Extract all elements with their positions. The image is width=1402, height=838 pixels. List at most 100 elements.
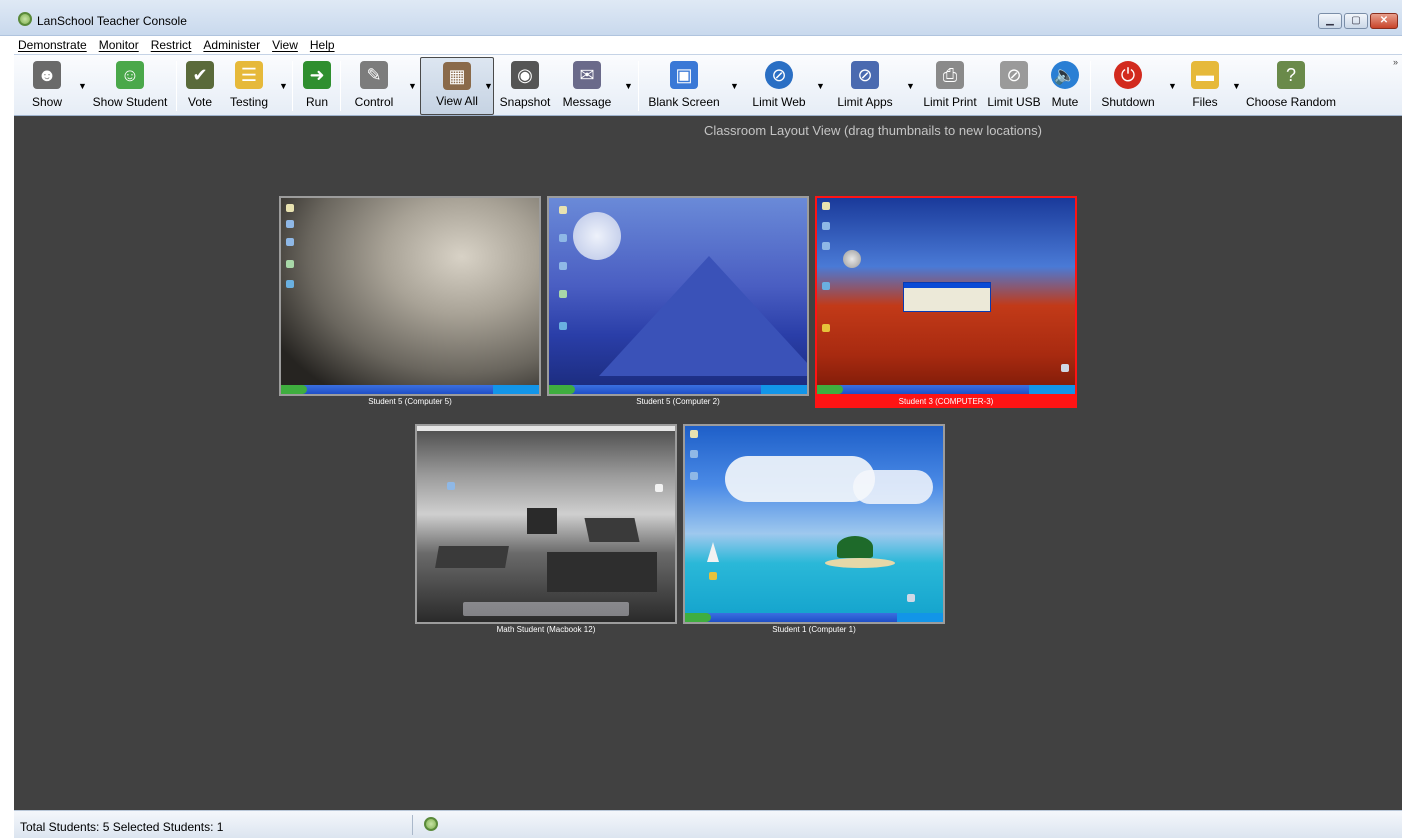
title-bar: LanSchool Teacher Console ▁ ▢ ✕ [0, 0, 1402, 36]
toolbar-overflow-chevron-icon[interactable]: » [1393, 57, 1398, 67]
rock-shape [527, 508, 557, 534]
desktop-icon [286, 238, 294, 246]
student-thumbnail[interactable]: Student 1 (Computer 1) [683, 424, 945, 636]
desktop-icon [822, 324, 830, 332]
system-tray [1029, 385, 1075, 394]
apps-block-icon: ⊘ [851, 61, 879, 89]
menu-view[interactable]: View [272, 38, 298, 52]
toolbar-separator [1090, 61, 1091, 111]
limit-apps-button[interactable]: ⊘ Limit Apps [830, 57, 900, 115]
student-screen-moon[interactable] [279, 196, 541, 396]
snapshot-button[interactable]: ◉ Snapshot [496, 57, 554, 115]
limit-web-dropdown-arrow-icon[interactable]: ▼ [816, 81, 825, 91]
limit-apps-dropdown-arrow-icon[interactable]: ▼ [906, 81, 915, 91]
taskbar [549, 385, 807, 394]
message-dropdown-arrow-icon[interactable]: ▼ [624, 81, 633, 91]
show-button[interactable]: ☻ Show [18, 57, 76, 115]
cloud-shape [853, 470, 933, 504]
menu-restrict[interactable]: Restrict [151, 38, 192, 52]
files-dropdown-arrow-icon[interactable]: ▼ [1232, 81, 1241, 91]
student-name-label: Student 3 (COMPUTER-3) [815, 396, 1077, 408]
show-student-button[interactable]: ☺ Show Student [88, 57, 172, 115]
choose-random-button[interactable]: ? Choose Random [1242, 57, 1340, 115]
desktop-icon [690, 450, 698, 458]
run-icon: ➜ [303, 61, 331, 89]
vote-button[interactable]: ✔ Vote [182, 57, 218, 115]
dialog-titlebar [904, 283, 990, 288]
message-button[interactable]: ✉ Message [560, 57, 614, 115]
student-screen-blue-mountain[interactable] [547, 196, 809, 396]
usb-block-icon: ⊘ [1000, 61, 1028, 89]
status-divider [412, 815, 413, 835]
student-screen-icon: ☺ [116, 61, 144, 89]
shutdown-dropdown-arrow-icon[interactable]: ▼ [1168, 81, 1177, 91]
toolbar-separator [292, 61, 293, 111]
desktop-icon [286, 220, 294, 228]
student-thumbnail[interactable]: Student 5 (Computer 2) [547, 196, 809, 408]
student-thumbnail[interactable]: Student 5 (Computer 5) [279, 196, 541, 408]
student-screen-red-desert[interactable] [815, 196, 1077, 396]
menu-help[interactable]: Help [310, 38, 335, 52]
files-button[interactable]: ▬ Files [1180, 57, 1230, 115]
minimize-button[interactable]: ▁ [1318, 13, 1342, 29]
show-dropdown-arrow-icon[interactable]: ▼ [78, 81, 87, 91]
blank-screen-button[interactable]: ▣ Blank Screen [644, 57, 724, 115]
menu-administer[interactable]: Administer [203, 38, 260, 52]
view-all-button[interactable]: ▦ View All [420, 57, 494, 115]
shutdown-button[interactable]: ⏻ Shutdown [1096, 57, 1160, 115]
camera-icon: ◉ [511, 61, 539, 89]
menu-demonstrate[interactable]: Demonstrate [18, 38, 87, 52]
limit-usb-button[interactable]: ⊘ Limit USB [986, 57, 1042, 115]
student-thumbnail[interactable]: Math Student (Macbook 12) [415, 424, 677, 636]
desktop-icon [559, 262, 567, 270]
rock-shape [547, 552, 657, 592]
mute-button[interactable]: 🔈 Mute [1046, 57, 1084, 115]
taskbar [817, 385, 1075, 394]
rock-shape [584, 518, 640, 542]
student-thumbnail-selected[interactable]: Student 3 (COMPUTER-3) [815, 196, 1077, 408]
system-tray [761, 385, 807, 394]
run-button[interactable]: ➜ Run [300, 57, 334, 115]
desktop-icon [822, 222, 830, 230]
limit-web-button[interactable]: ⊘ Limit Web [746, 57, 812, 115]
globe-block-icon: ⊘ [765, 61, 793, 89]
menu-monitor[interactable]: Monitor [99, 38, 139, 52]
desktop-icon [286, 204, 294, 212]
testing-button[interactable]: ☰ Testing [224, 57, 274, 115]
blank-screen-dropdown-arrow-icon[interactable]: ▼ [730, 81, 739, 91]
view-all-icon: ▦ [443, 62, 471, 90]
start-button [281, 385, 307, 394]
speaker-icon: 🔈 [1051, 61, 1079, 89]
random-student-icon: ? [1277, 61, 1305, 89]
desktop-icon [559, 290, 567, 298]
mac-menubar [417, 426, 675, 431]
desktop-icon [690, 472, 698, 480]
message-icon: ✉ [573, 61, 601, 89]
student-screen-bw-rocks[interactable] [415, 424, 677, 624]
layout-view-title: Classroom Layout View (drag thumbnails t… [704, 123, 1042, 138]
view-all-dropdown-arrow-icon[interactable]: ▼ [484, 81, 493, 91]
control-dropdown-arrow-icon[interactable]: ▼ [408, 81, 417, 91]
toolbar: ☻ Show ▼ ☺ Show Student ✔ Vote ☰ Testing… [14, 54, 1402, 116]
printer-block-icon: ⎙ [936, 61, 964, 89]
maximize-button[interactable]: ▢ [1344, 13, 1368, 29]
recycle-bin-icon [1061, 364, 1069, 372]
island-shape [825, 558, 895, 568]
testing-dropdown-arrow-icon[interactable]: ▼ [279, 81, 288, 91]
mountain-shape [599, 256, 807, 376]
moon-shape [843, 250, 861, 268]
limit-print-button[interactable]: ⎙ Limit Print [918, 57, 982, 115]
palm-trees-shape [837, 536, 873, 558]
sailboat-shape [707, 542, 719, 562]
lanschool-app-icon [18, 12, 32, 26]
close-button[interactable]: ✕ [1370, 13, 1398, 29]
blank-screen-icon: ▣ [670, 61, 698, 89]
student-name-label: Math Student (Macbook 12) [496, 625, 596, 634]
control-button[interactable]: ✎ Control [346, 57, 402, 115]
student-name-label: Student 5 (Computer 2) [636, 397, 720, 406]
system-tray [493, 385, 539, 394]
remote-control-icon: ✎ [360, 61, 388, 89]
taskbar [281, 385, 539, 394]
student-screen-tropical-island[interactable] [683, 424, 945, 624]
desktop-icon [559, 322, 567, 330]
